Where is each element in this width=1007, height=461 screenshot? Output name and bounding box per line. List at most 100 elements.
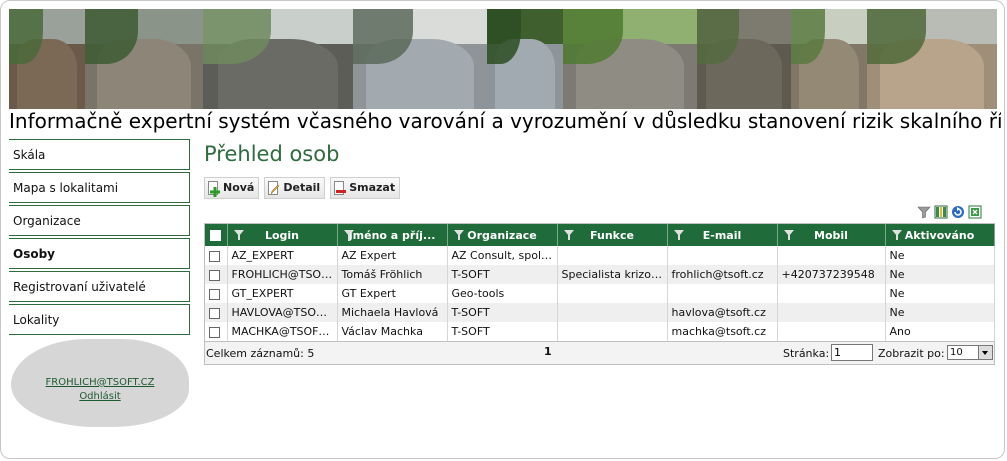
column-header-label: Organizace (467, 228, 537, 242)
table-cell (667, 284, 778, 303)
column-header-1[interactable]: Login (227, 224, 338, 246)
sidebar-item-2[interactable]: Mapa s lokalitami (9, 172, 190, 203)
add-document-icon (207, 180, 220, 197)
app-frame: Informačně expertní systém včasného varo… (0, 0, 1005, 459)
column-header-7[interactable]: Aktivováno (885, 224, 995, 246)
page-size-select[interactable]: 10 (947, 345, 993, 360)
page-title: Přehled osob (204, 142, 340, 166)
filter-icon[interactable] (673, 230, 684, 240)
table-row[interactable]: HAVLOVA@TSOFT.... Michaela Havlová T-SOFT h… (205, 303, 995, 322)
table-cell: FROHLICH@TSOFT... (227, 265, 338, 284)
table-cell (667, 246, 778, 265)
sidebar-item-4[interactable]: Osoby (9, 238, 190, 269)
table-cell (557, 303, 668, 322)
table-cell: +420737239548 (777, 265, 886, 284)
table-cell: AZ Consult, spol.... (447, 246, 558, 265)
row-checkbox[interactable] (209, 250, 220, 262)
column-header-5[interactable]: E-mail (667, 224, 778, 246)
table-cell: MACHKA@TSOFT.... (227, 322, 338, 341)
columns-icon[interactable] (934, 205, 948, 219)
photo-road-boulders (203, 9, 353, 109)
page-link[interactable]: 1 (544, 345, 552, 358)
table-cell (777, 322, 886, 341)
select-all-cell (205, 224, 228, 246)
filter-icon[interactable] (783, 230, 794, 240)
page-size-label: Zobrazit po: (878, 347, 945, 360)
new-button-label: Nová (223, 181, 255, 194)
row-checkbox[interactable] (209, 288, 220, 300)
table-row[interactable]: MACHKA@TSOFT.... Václav Machka T-SOFT machk… (205, 322, 995, 341)
table-cell: Ne (885, 303, 995, 322)
photo-sensor-device (487, 9, 563, 109)
dropdown-arrow-icon (978, 346, 992, 359)
column-header-label: Mobil (814, 228, 848, 242)
table-cell: Ne (885, 284, 995, 303)
page-input[interactable] (831, 344, 873, 361)
photo-rock-cliff (9, 9, 85, 109)
sidebar-item-3[interactable]: Organizace (9, 205, 190, 236)
row-select-cell (205, 265, 228, 284)
table-cell: T-SOFT (447, 265, 558, 284)
table-cell: T-SOFT (447, 322, 558, 341)
row-checkbox[interactable] (209, 269, 220, 281)
page-label: Stránka: (783, 347, 830, 360)
table-cell: Ne (885, 246, 995, 265)
sidebar-item-6[interactable]: Lokality (9, 304, 190, 335)
table-cell: havlova@tsoft.cz (667, 303, 778, 322)
row-select-cell (205, 246, 228, 265)
filter-icon[interactable] (453, 230, 464, 240)
photo-sandstone-wall (697, 9, 791, 109)
toolbar: Nová Detail Smazat (204, 177, 401, 199)
photo-police-roadblock (353, 9, 487, 109)
filter-icon[interactable] (563, 230, 574, 240)
column-header-3[interactable]: Organizace (447, 224, 558, 246)
column-header-4[interactable]: Funkce (557, 224, 668, 246)
table-row[interactable]: FROHLICH@TSOFT... Tomáš Fröhlich T-SOFT Spe… (205, 265, 995, 284)
filter-icon[interactable] (233, 230, 244, 240)
table-cell (557, 246, 668, 265)
row-checkbox[interactable] (209, 326, 220, 338)
header-banner (9, 9, 997, 109)
persons-grid: Login Jméno a příj... Organizace Funkce E-ma… (204, 223, 995, 365)
column-header-2[interactable]: Jméno a příj... (337, 224, 448, 246)
column-header-6[interactable]: Mobil (777, 224, 886, 246)
table-cell: Tomáš Fröhlich (337, 265, 448, 284)
filter-icon[interactable] (891, 230, 902, 240)
export-icon[interactable] (968, 205, 982, 219)
column-header-label: Funkce (590, 228, 634, 242)
table-cell: T-SOFT (447, 303, 558, 322)
detail-button[interactable]: Detail (264, 177, 326, 199)
table-cell: machka@tsoft.cz (667, 322, 778, 341)
user-panel: FROHLICH@TSOFT.CZ Odhlásit (11, 339, 189, 427)
record-count: Celkem záznamů: 5 (206, 347, 315, 360)
table-cell (777, 303, 886, 322)
delete-document-icon (333, 180, 347, 196)
delete-button[interactable]: Smazat (330, 177, 401, 199)
table-row[interactable]: GT_EXPERT GT Expert Geo-tools Ne (205, 284, 995, 303)
table-cell: Václav Machka (337, 322, 448, 341)
photo-green-rock (563, 9, 697, 109)
table-cell (557, 284, 668, 303)
sidebar-item-5[interactable]: Registrovaní uživatelé (9, 271, 190, 302)
select-all-checkbox[interactable] (210, 230, 222, 241)
logout-link[interactable]: Odhlásit (11, 391, 189, 402)
grid-header-row: Login Jméno a příj... Organizace Funkce E-ma… (205, 224, 995, 246)
page-size-value: 10 (950, 347, 963, 358)
grid-tools (917, 205, 982, 219)
detail-button-label: Detail (283, 181, 321, 194)
table-cell: Ano (885, 322, 995, 341)
user-link[interactable]: FROHLICH@TSOFT.CZ (11, 377, 189, 388)
grid-footer: Celkem záznamů: 5 1 Stránka: Zobrazit po… (205, 341, 994, 364)
refresh-icon[interactable] (951, 205, 965, 219)
row-select-cell (205, 284, 228, 303)
row-checkbox[interactable] (209, 307, 220, 319)
table-cell: Ne (885, 265, 995, 284)
sidebar-item-1[interactable]: Skála (9, 139, 190, 170)
table-row[interactable]: AZ_EXPERT AZ Expert AZ Consult, spol.... Ne (205, 246, 995, 265)
table-cell: frohlich@tsoft.cz (667, 265, 778, 284)
photo-rockslide-forest (85, 9, 203, 109)
new-button[interactable]: Nová (204, 177, 260, 199)
filter-icon[interactable] (917, 205, 931, 219)
filter-icon[interactable] (343, 230, 354, 240)
table-cell: AZ Expert (337, 246, 448, 265)
